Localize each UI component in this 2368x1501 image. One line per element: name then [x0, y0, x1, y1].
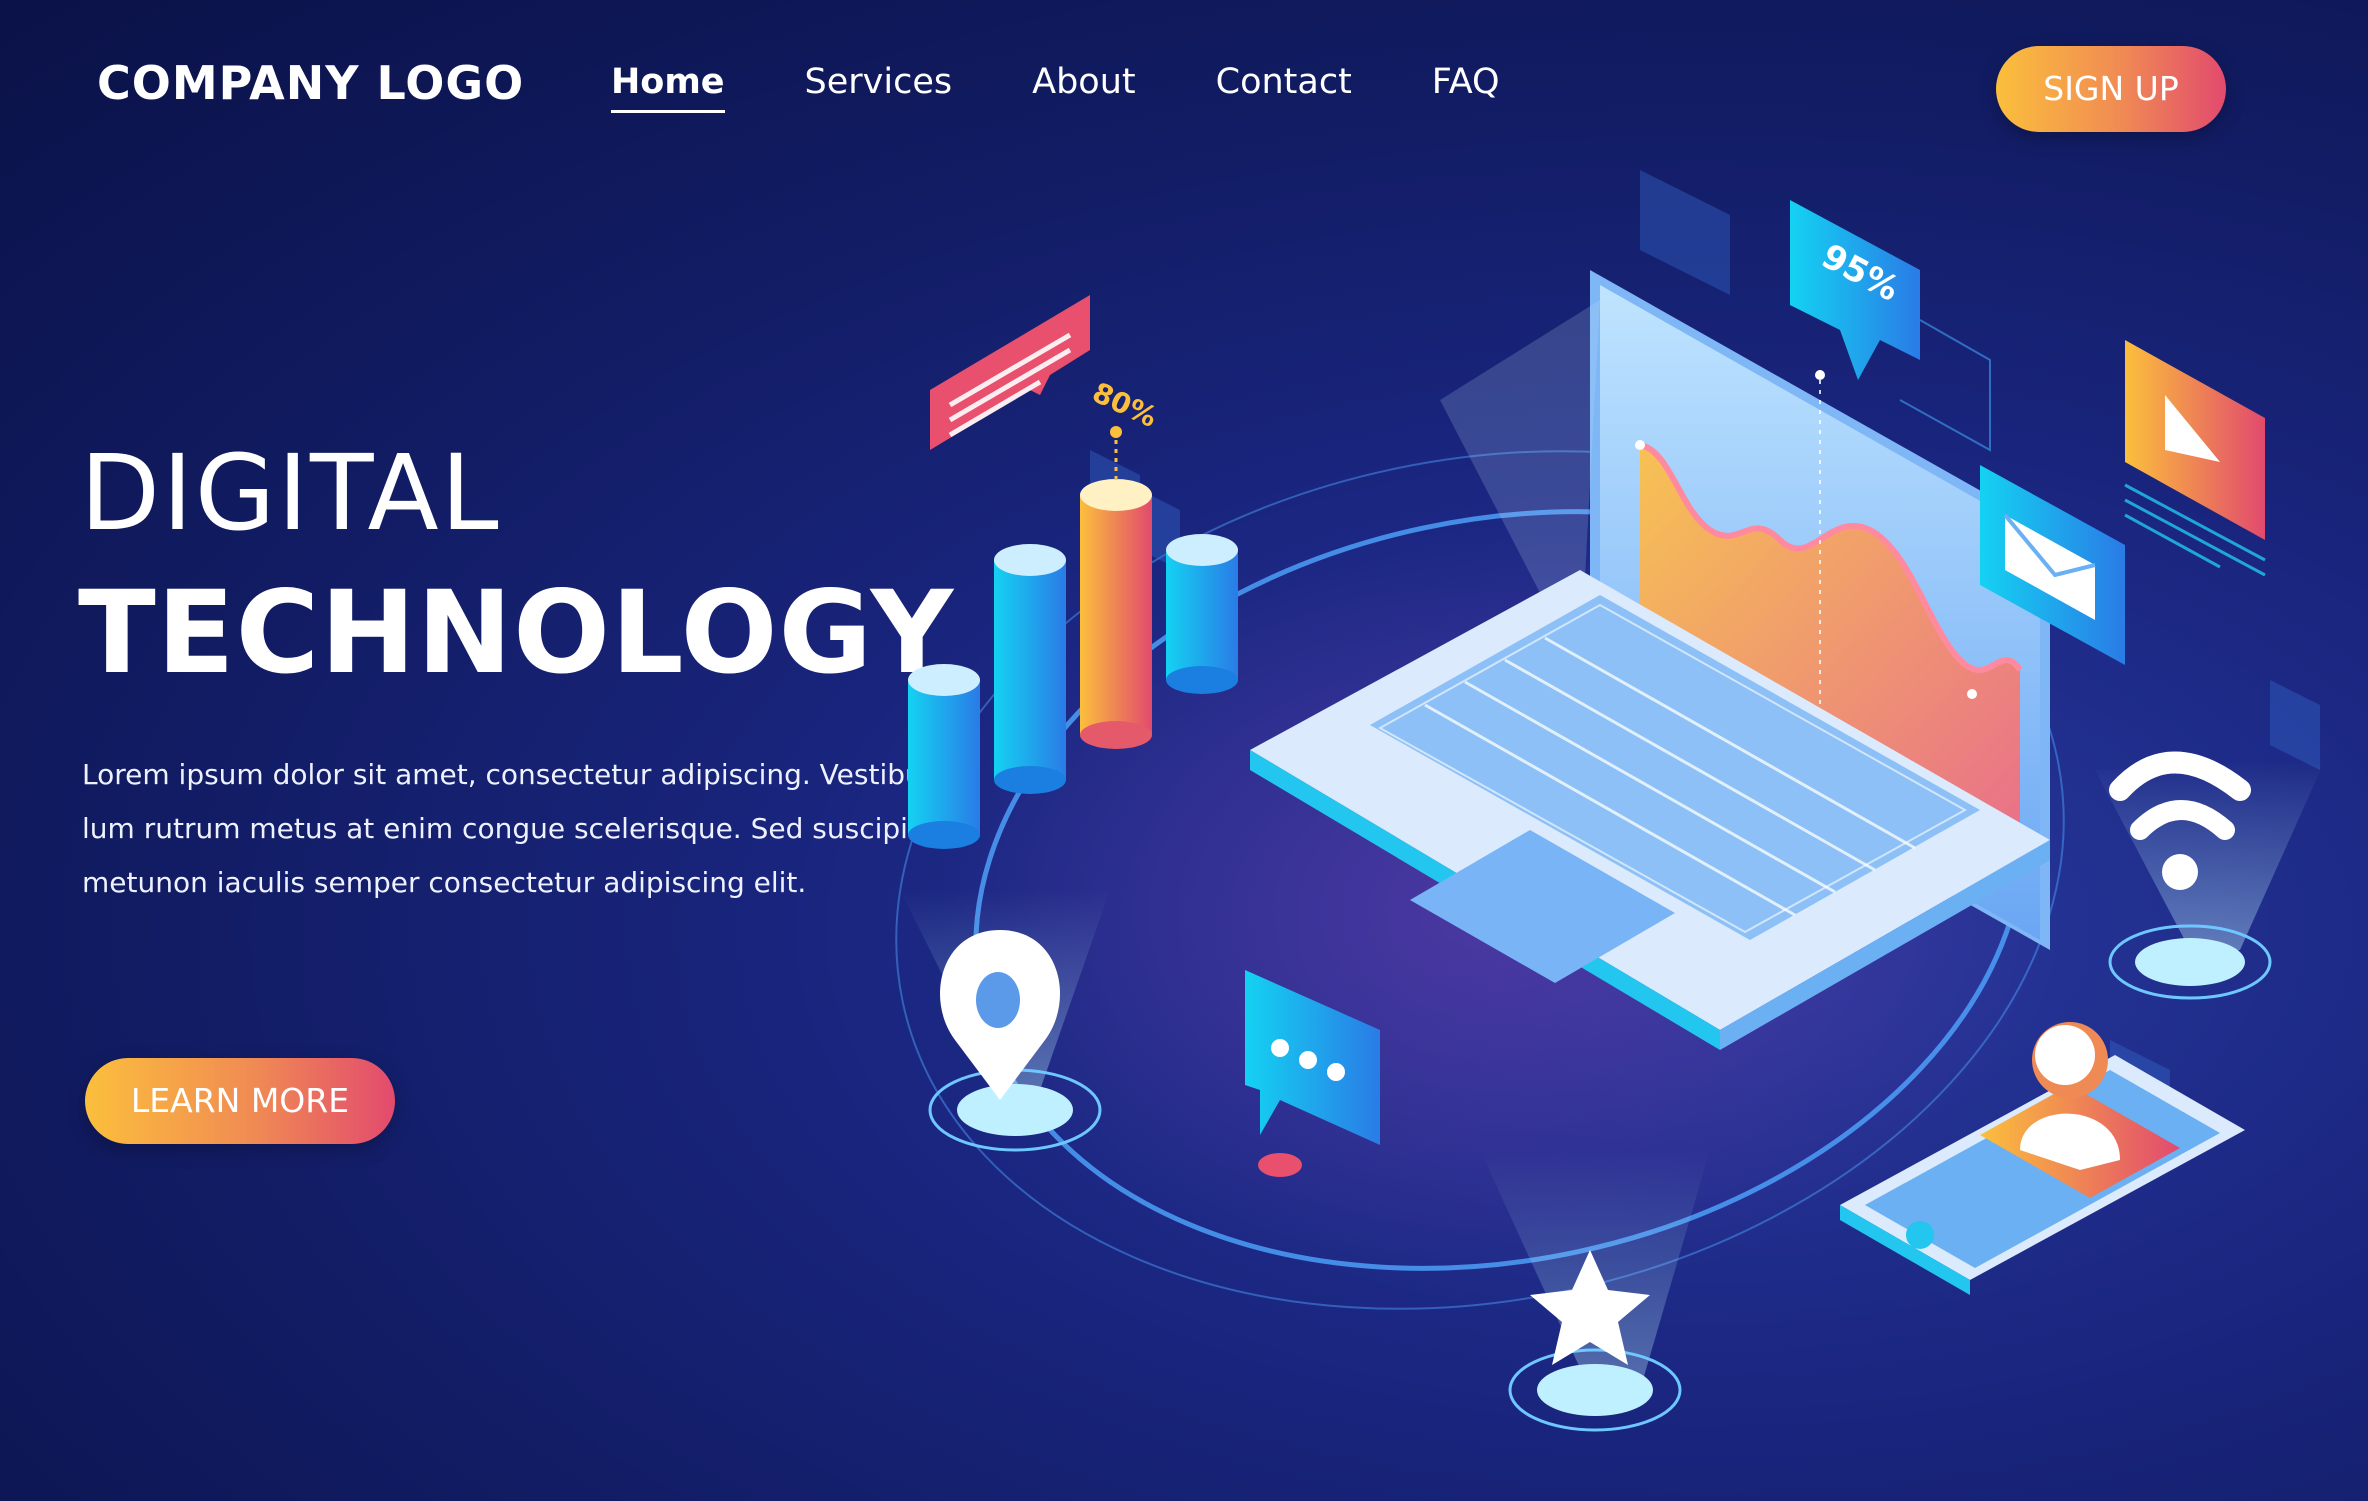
sign-up-button[interactable]: SIGN UP	[1996, 46, 2226, 132]
play-icon	[2124, 340, 2266, 577]
main-nav: Home Services About Contact FAQ	[611, 62, 1500, 113]
nav-contact[interactable]: Contact	[1216, 62, 1352, 113]
nav-services[interactable]: Services	[805, 62, 953, 113]
company-logo[interactable]: COMPANY LOGO	[97, 56, 524, 110]
nav-home[interactable]: Home	[611, 62, 725, 113]
header: COMPANY LOGO Home Services About Contact…	[0, 0, 2368, 175]
bar-percent-label: 80%	[1087, 376, 1162, 434]
star-icon	[1480, 1150, 1710, 1432]
wifi-icon	[2095, 751, 2325, 1000]
nav-faq[interactable]: FAQ	[1432, 62, 1500, 113]
tech-illustration: 80% 95%	[895, 170, 2325, 1432]
message-card-icon	[930, 295, 1090, 450]
hero-title-line2: TECHNOLOGY	[78, 566, 955, 699]
learn-more-button[interactable]: LEARN MORE	[85, 1058, 395, 1144]
hero-description: Lorem ipsum dolor sit amet, consectetur …	[82, 758, 933, 899]
hero-title-line1: DIGITAL	[80, 432, 501, 554]
nav-about[interactable]: About	[1032, 62, 1135, 113]
